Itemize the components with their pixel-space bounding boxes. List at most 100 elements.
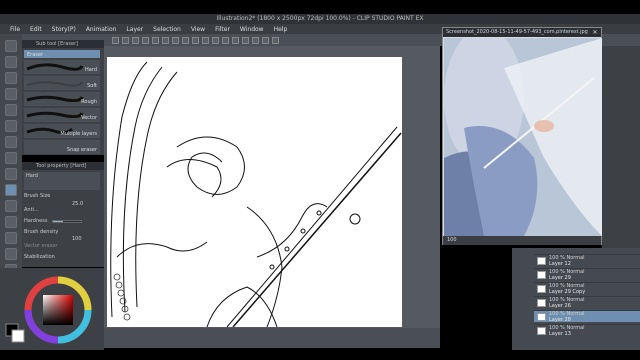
sub-view-footer: 100 — [443, 236, 601, 245]
layer-thumbnail — [537, 327, 546, 335]
layer-name: Layer 12 — [549, 261, 571, 267]
brush-vector[interactable]: Vector — [24, 108, 100, 122]
brush-size-label: Brush Size — [24, 193, 51, 199]
brush-density-row[interactable]: Brush density 100 — [24, 228, 100, 242]
brush-density-label: Brush density — [24, 229, 59, 235]
brush-eraser[interactable]: Eraser — [24, 50, 100, 58]
title-bar: Illustration2* (1800 x 2500px 72dpi 100.… — [0, 14, 640, 24]
menu-edit[interactable]: Edit — [30, 26, 42, 33]
layer-name: Layer 13 — [549, 331, 571, 337]
vector-eraser-row[interactable]: Vector eraser — [24, 242, 100, 251]
sub-view-window: Screenshot_2020-08-15-11-49-57-493_com.p… — [442, 27, 602, 245]
tool-property-panel: Tool property [Hard] Hard Brush Size 25.… — [22, 162, 104, 267]
layer-thumbnail — [537, 285, 546, 293]
hardness-row[interactable]: Hardness — [24, 217, 100, 226]
selection-tool-icon[interactable] — [5, 104, 17, 116]
grid-icon[interactable] — [252, 36, 259, 44]
sub-view-title: Screenshot_2020-08-15-11-49-57-493_com.p… — [443, 28, 601, 37]
layer-row[interactable]: 100 % Normal Layer 26 — [534, 296, 640, 309]
crop-icon[interactable] — [192, 36, 199, 44]
brush-label: Soft — [87, 83, 97, 89]
subtool-header: Sub tool [Eraser] — [22, 40, 104, 48]
anti-alias-row[interactable]: Anti... — [24, 206, 100, 215]
ruler-icon[interactable] — [242, 36, 249, 44]
hardness-slider[interactable] — [52, 220, 82, 223]
brush-label: Snap eraser — [66, 147, 97, 153]
move-tool-icon[interactable] — [5, 56, 17, 68]
menu-story[interactable]: Story(P) — [52, 26, 76, 33]
brush-hard[interactable]: Hard — [24, 60, 100, 74]
canvas-status-bar — [104, 328, 440, 348]
auto-select-tool-icon[interactable] — [5, 120, 17, 132]
menu-window[interactable]: Window — [240, 26, 264, 33]
stabilization-label: Stabilization — [24, 254, 55, 260]
redo-icon[interactable] — [152, 36, 159, 44]
help-icon[interactable] — [272, 36, 279, 44]
anti-alias-label: Anti... — [24, 207, 39, 213]
shrink-icon[interactable] — [222, 36, 229, 44]
pencil-tool-icon[interactable] — [5, 168, 17, 180]
layer-thumbnail — [537, 299, 546, 307]
brush-multiple-layers[interactable]: Multiple layers — [24, 124, 100, 138]
preset-label: Hard — [26, 173, 38, 179]
brush-label: Rough — [81, 99, 97, 105]
layer-move-tool-icon[interactable] — [5, 88, 17, 100]
menu-view[interactable]: View — [191, 26, 205, 33]
menu-filter[interactable]: Filter — [215, 26, 230, 33]
zoom-tool-icon[interactable] — [5, 40, 17, 52]
tool-property-header: Tool property [Hard] — [22, 162, 104, 170]
stroke-preview-icon — [26, 81, 83, 87]
color-panel — [0, 268, 104, 350]
save-icon[interactable] — [132, 36, 139, 44]
layer-row[interactable]: 100 % Normal Layer 12 — [534, 254, 640, 267]
color-wheel[interactable] — [0, 268, 104, 350]
reference-image[interactable] — [444, 38, 602, 236]
layer-name: Layer 26 — [549, 303, 571, 309]
undo-icon[interactable] — [142, 36, 149, 44]
deselect-icon[interactable] — [182, 36, 189, 44]
vector-eraser-label: Vector eraser — [24, 243, 58, 249]
open-file-icon[interactable] — [122, 36, 129, 44]
preset-preview[interactable]: Hard — [24, 172, 100, 190]
pen-tool-icon[interactable] — [5, 152, 17, 164]
close-icon[interactable]: ✕ — [591, 28, 599, 37]
lineart-drawing — [110, 61, 402, 327]
layer-row[interactable]: 100 % Normal Layer 28 — [534, 310, 640, 323]
menu-help[interactable]: Help — [274, 26, 288, 33]
gradient-tool-icon[interactable] — [5, 232, 17, 244]
clip-icon[interactable] — [262, 36, 269, 44]
operation-tool-icon[interactable] — [5, 72, 17, 84]
stroke-preview-icon — [26, 95, 84, 103]
brush-label: Hard — [85, 67, 97, 73]
menu-file[interactable]: File — [10, 26, 20, 33]
brush-size-row[interactable]: Brush Size 25.0 — [24, 192, 100, 207]
invert-icon[interactable] — [202, 36, 209, 44]
drawing-canvas[interactable] — [107, 57, 402, 327]
fill-tool-icon[interactable] — [5, 216, 17, 228]
layer-row[interactable]: 100 % Normal Layer 29 — [534, 268, 640, 281]
brush-soft[interactable]: Soft — [24, 76, 100, 90]
blend-tool-icon[interactable] — [5, 200, 17, 212]
brush-snap-eraser[interactable]: Snap eraser — [24, 140, 100, 154]
stroke-preview-icon — [26, 111, 84, 119]
menu-selection[interactable]: Selection — [153, 26, 181, 33]
snap-icon[interactable] — [232, 36, 239, 44]
stabilization-row[interactable]: Stabilization — [24, 253, 100, 262]
new-file-icon[interactable] — [112, 36, 119, 44]
clear-icon[interactable] — [162, 36, 169, 44]
brush-rough[interactable]: Rough — [24, 92, 100, 106]
eraser-tool-icon[interactable] — [5, 184, 17, 196]
figure-tool-icon[interactable] — [5, 248, 17, 260]
layer-row[interactable]: 100 % Normal Layer 29 Copy — [534, 282, 640, 295]
menu-layer[interactable]: Layer — [126, 26, 143, 33]
transform-icon[interactable] — [172, 36, 179, 44]
eyedropper-tool-icon[interactable] — [5, 136, 17, 148]
expand-icon[interactable] — [212, 36, 219, 44]
brush-label: Eraser — [27, 52, 44, 58]
window-title: Illustration2* (1800 x 2500px 72dpi 100.… — [216, 15, 424, 22]
stroke-preview-icon — [26, 63, 84, 71]
layer-row[interactable]: 100 % Normal Layer 13 — [534, 324, 640, 337]
zoom-value[interactable]: 100 — [447, 237, 457, 243]
menu-animation[interactable]: Animation — [86, 26, 117, 33]
layer-thumbnail — [537, 313, 546, 321]
